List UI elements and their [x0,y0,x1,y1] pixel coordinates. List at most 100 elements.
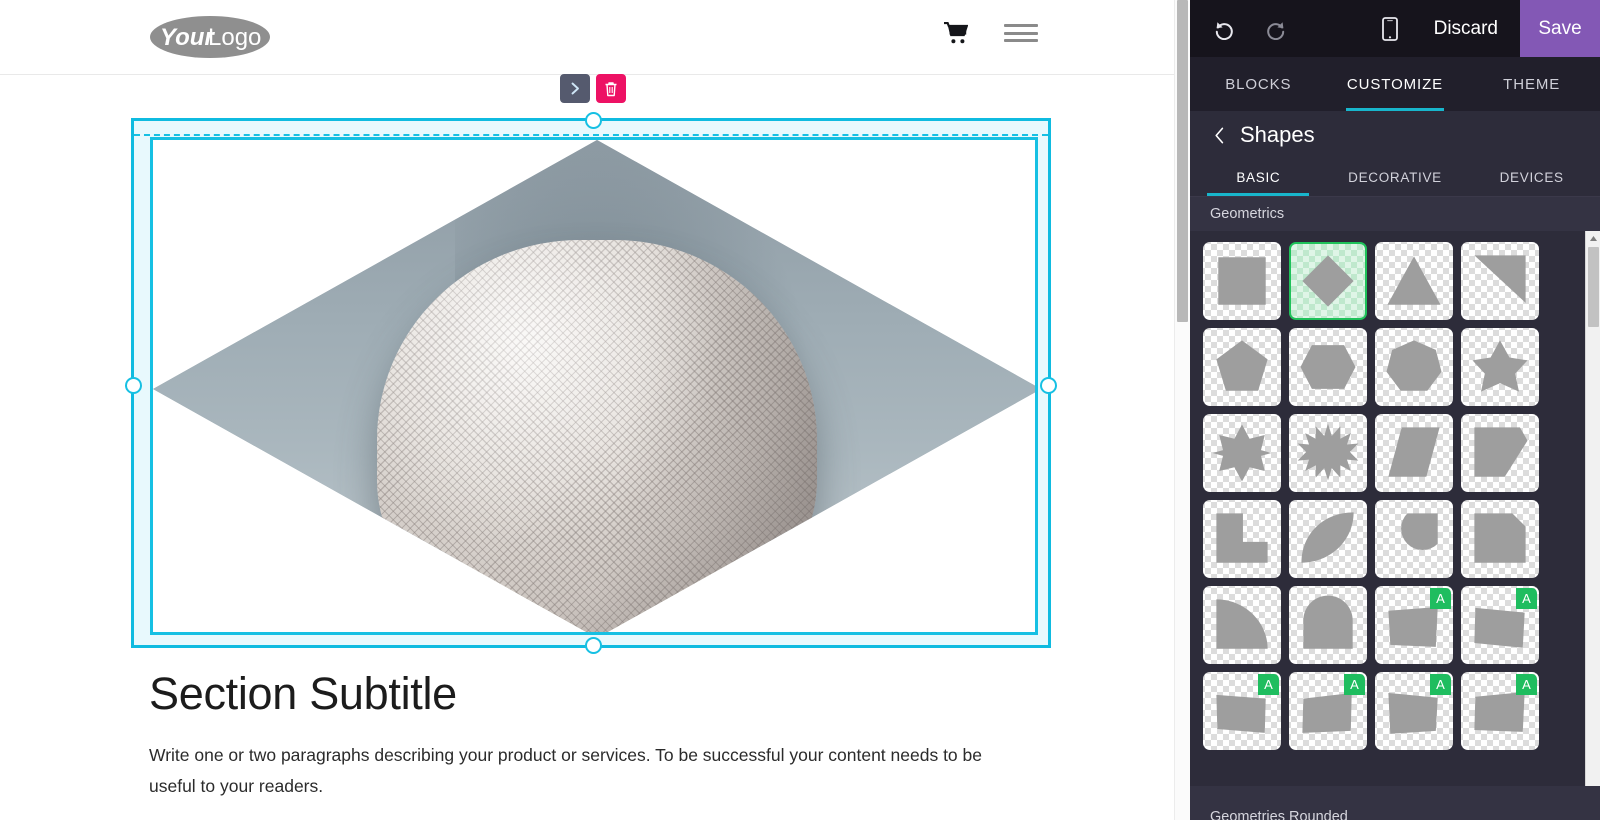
shape-tile-surface[interactable] [1375,328,1453,406]
shape-tile-parallelogram[interactable] [1371,410,1457,496]
shape-tile-surface[interactable] [1289,500,1367,578]
shape-tile-hexagon[interactable] [1285,324,1371,410]
cut-corner-polygon-icon [1474,427,1528,477]
mobile-preview-icon[interactable] [1368,0,1412,57]
shape-tile-surface[interactable] [1461,242,1539,320]
shape-tile-starburst-16[interactable] [1285,410,1371,496]
shape-tile-leaf[interactable] [1285,496,1371,582]
page-scrollbar[interactable] [1174,0,1190,820]
diamond-shape-image[interactable] [153,140,1035,632]
star-5-icon [1472,340,1528,392]
shape-tile-l-shape[interactable] [1199,496,1285,582]
subtab-basic[interactable]: BASIC [1190,159,1327,196]
save-button[interactable]: Save [1520,0,1600,57]
shape-tile-surface[interactable] [1461,328,1539,406]
shape-tile-surface[interactable]: A [1461,586,1539,664]
shape-element-bounds[interactable] [150,137,1038,635]
editor-main-tabs: BLOCKS CUSTOMIZE THEME [1190,57,1600,111]
resize-handle-left[interactable] [125,377,142,394]
shape-tile-surface[interactable] [1203,414,1281,492]
shape-tile-skew-rect-b[interactable]: A [1457,582,1543,668]
shape-tile-heptagon[interactable] [1371,324,1457,410]
shape-tile-triangle[interactable] [1371,238,1457,324]
site-logo[interactable]: Your Logo Your Logo [148,11,271,63]
site-header-icons [944,21,1038,44]
shape-tile-surface[interactable] [1375,414,1453,492]
shape-tile-cut-corner-polygon[interactable] [1457,410,1543,496]
shape-tile-surface[interactable]: A [1203,672,1281,750]
subtab-devices[interactable]: DEVICES [1463,159,1600,196]
shape-tile-star-5[interactable] [1457,324,1543,410]
shape-tile-surface[interactable]: A [1289,672,1367,750]
shape-tile-diamond[interactable] [1285,238,1371,324]
shapes-scroll-area[interactable]: A A A A A A [1190,231,1600,816]
animated-badge: A [1258,674,1279,695]
starburst-16-icon [1297,423,1359,481]
shape-tile-arch[interactable] [1285,582,1371,668]
shape-tile-surface[interactable] [1203,500,1281,578]
shape-tile-surface[interactable] [1461,414,1539,492]
shape-tile-skew-rect-e[interactable]: A [1371,668,1457,754]
shape-tile-surface[interactable]: A [1375,672,1453,750]
speaker-photo [153,140,1035,632]
heptagon-icon [1386,340,1442,391]
resize-handle-bottom[interactable] [585,637,602,654]
shape-tile-surface[interactable]: A [1375,586,1453,664]
shapes-grid: A A A A A A [1190,231,1548,754]
delete-element-button[interactable] [596,74,626,103]
pentagon-icon [1216,340,1268,391]
l-shape-icon [1216,513,1268,563]
shape-tile-surface[interactable] [1289,586,1367,664]
parallelogram-icon [1388,427,1440,477]
shape-tile-right-triangle[interactable] [1457,238,1543,324]
shape-tile-surface[interactable] [1461,500,1539,578]
tab-customize[interactable]: CUSTOMIZE [1327,57,1464,111]
tab-blocks[interactable]: BLOCKS [1190,57,1327,111]
shape-tile-skew-rect-d[interactable]: A [1285,668,1371,754]
shape-tile-surface[interactable]: A [1461,672,1539,750]
shape-tile-skew-rect-c[interactable]: A [1199,668,1285,754]
site-header: Your Logo Your Logo [0,0,1190,75]
shape-tile-quarter-circle[interactable] [1199,582,1285,668]
shape-tile-surface[interactable] [1289,414,1367,492]
shape-tile-surface[interactable] [1375,500,1453,578]
undo-icon[interactable] [1202,0,1246,57]
shapes-panel-scrollbar[interactable] [1585,231,1600,816]
hamburger-menu-icon[interactable] [1004,22,1038,44]
shape-tile-surface[interactable] [1203,242,1281,320]
shape-tile-surface[interactable] [1203,586,1281,664]
shape-tile-skew-rect-a[interactable]: A [1371,582,1457,668]
shape-tile-star-8[interactable] [1199,410,1285,496]
diamond-icon [1302,255,1354,307]
shopping-cart-icon[interactable] [944,21,969,44]
resize-handle-top[interactable] [585,112,602,129]
redo-icon[interactable] [1254,0,1298,57]
website-preview-canvas[interactable]: Your Logo Your Logo [0,0,1190,820]
shape-tile-surface[interactable] [1203,328,1281,406]
animated-badge: A [1516,674,1537,695]
photo-speaker-body [377,239,817,632]
square-icon [1218,257,1266,305]
shape-tile-teardrop[interactable] [1371,496,1457,582]
section-subtitle: Section Subtitle [149,668,457,719]
shape-tile-surface[interactable] [1289,328,1367,406]
shape-tile-surface[interactable] [1289,242,1367,320]
tab-theme[interactable]: THEME [1463,57,1600,111]
shape-tile-surface[interactable] [1375,242,1453,320]
discard-button[interactable]: Discard [1412,0,1520,57]
scroll-up-arrow-icon[interactable] [1586,231,1600,246]
selected-block-frame[interactable] [125,112,1057,654]
shape-tile-square[interactable] [1199,238,1285,324]
shape-tile-corner-cut-square[interactable] [1457,496,1543,582]
subtab-decorative[interactable]: DECORATIVE [1327,159,1464,196]
resize-handle-right[interactable] [1040,377,1057,394]
back-chevron-icon[interactable] [1206,122,1232,148]
photo-speaker-shading [377,239,817,632]
next-group-strip[interactable]: Geometries Rounded [1190,786,1600,820]
shape-tile-pentagon[interactable] [1199,324,1285,410]
shapes-scrollbar-thumb[interactable] [1588,247,1599,327]
next-element-button[interactable] [560,74,590,103]
page-scrollbar-thumb[interactable] [1177,0,1188,322]
section-text-block[interactable]: Section Subtitle Write one or two paragr… [149,668,1029,802]
shape-tile-skew-rect-f[interactable]: A [1457,668,1543,754]
